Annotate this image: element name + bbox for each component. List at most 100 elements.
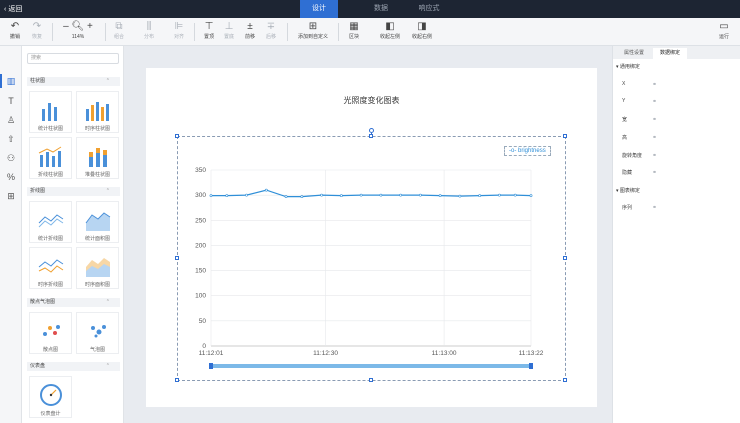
bar-chart-thumbnail-icon <box>41 103 57 121</box>
section-gauges[interactable]: 仪表盘 ⌃ <box>27 362 120 371</box>
collapse-right-icon: ◨ <box>417 21 427 32</box>
section-bar-charts[interactable]: 柱状图 ⌃ <box>27 77 120 86</box>
distribute-label: 分布 <box>143 34 154 40</box>
move-backward-button[interactable]: ∓ 后移 <box>262 21 280 41</box>
zoom-control[interactable]: – 🔍︎ + 114% <box>58 21 98 41</box>
component-card[interactable]: 时序折线图 <box>29 247 72 289</box>
add-custom-icon: ⊞ <box>308 21 318 32</box>
component-card[interactable]: 时序柱状图 <box>76 91 119 133</box>
search-input[interactable]: 搜索 <box>27 53 119 64</box>
component-card[interactable]: 折线柱状图 <box>29 137 72 179</box>
share-icon[interactable]: ⇧ <box>4 132 18 146</box>
link-icon[interactable]: ⚭ <box>652 81 657 88</box>
percent-icon[interactable]: % <box>4 170 18 184</box>
card-label: 仪表盘计 <box>40 411 61 417</box>
card-label: 统计折线图 <box>37 236 63 242</box>
undo-label: 撤销 <box>9 34 20 40</box>
collapse-left-label: 收起左侧 <box>379 34 400 40</box>
legend-label: brightness <box>518 148 546 154</box>
resize-handle-sw[interactable] <box>175 378 179 382</box>
component-card[interactable]: 统计折线图 <box>29 201 72 243</box>
time-line-chart-thumbnail-icon <box>38 259 63 273</box>
resize-handle-nw[interactable] <box>175 134 179 138</box>
properties-panel: 属性设置 数据绑定 ▾ 通用绑定 X ⚭ Y ⚭ 宽 ⚭ 高 ⚭ 旋转角度 ⚭ 隐藏 ⚭ ▾… <box>612 46 740 423</box>
resize-handle-e[interactable] <box>563 256 567 260</box>
link-icon[interactable]: ⚭ <box>652 134 657 141</box>
component-card[interactable]: 统计柱状图 <box>29 91 72 133</box>
run-button[interactable]: ▭ 运行 <box>714 21 734 41</box>
chart-legend[interactable]: -o- brightness <box>504 146 551 156</box>
component-card[interactable]: 堆叠柱状图 <box>76 137 119 179</box>
card-label: 统计面积图 <box>84 236 110 242</box>
component-card[interactable]: 散点图 <box>29 312 72 354</box>
undo-button[interactable]: ↶ 撤销 <box>7 21 23 41</box>
move-forward-button[interactable]: ± 前移 <box>241 21 259 41</box>
tab-data[interactable]: 数据 <box>366 0 396 18</box>
stamp-icon[interactable]: ♙ <box>4 113 18 127</box>
link-icon[interactable]: ⚭ <box>652 204 657 211</box>
section-line-charts[interactable]: 折线图 ⌃ <box>27 187 120 196</box>
rotate-handle[interactable] <box>369 128 374 133</box>
section-scatter-charts[interactable]: 散点气泡图 ⌃ <box>27 298 120 307</box>
component-card[interactable]: 时序面积图 <box>76 247 119 289</box>
prop-label: 序列 <box>622 205 633 211</box>
align-button[interactable]: ⊫ 对齐 <box>170 21 188 41</box>
card-label: 时序柱状图 <box>84 126 110 132</box>
layout-label: 区块 <box>348 34 359 40</box>
prop-row-rotation: 旋转角度 ⚭ <box>622 152 657 159</box>
chevron-up-icon: ⌃ <box>105 299 110 305</box>
bottom-label: 置底 <box>223 34 234 40</box>
section-title: 柱状图 <box>30 78 46 84</box>
add-to-custom-button[interactable]: ⊞ 添加到自定义 <box>292 21 334 41</box>
resize-handle-w[interactable] <box>175 256 179 260</box>
run-label: 运行 <box>718 34 729 40</box>
prop-label: 高 <box>622 135 628 141</box>
card-label: 时序面积图 <box>84 282 110 288</box>
prop-row-width: 宽 ⚭ <box>622 116 657 123</box>
link-icon[interactable]: ⚭ <box>652 152 657 159</box>
collapse-right-button[interactable]: ◨ 收起右侧 <box>407 21 437 41</box>
section-title: 折线图 <box>30 188 46 194</box>
link-icon[interactable]: ⚭ <box>652 116 657 123</box>
chart-title: 光照度变化图表 <box>343 96 400 105</box>
tab-design[interactable]: 设计 <box>300 0 338 18</box>
tab-responsive[interactable]: 响应式 <box>412 0 446 18</box>
send-to-bottom-button[interactable]: ⊥ 置底 <box>220 21 238 41</box>
tab-properties[interactable]: 属性设置 <box>617 48 651 59</box>
link-icon[interactable]: ⚭ <box>652 169 657 176</box>
plus-square-icon[interactable]: ⊞ <box>4 189 18 203</box>
bring-top-icon: ⊤ <box>204 21 214 32</box>
zoom-level: 114% <box>71 34 85 40</box>
chart-binding-section[interactable]: ▾ 图表绑定 <box>616 187 640 194</box>
text-component-icon[interactable]: T <box>4 94 18 108</box>
section-title: 图表绑定 <box>619 188 640 194</box>
chart-library-icon[interactable]: ▥ <box>0 74 18 88</box>
redo-button[interactable]: ↷ 恢复 <box>29 21 45 41</box>
chart-selection-box[interactable] <box>177 136 566 381</box>
link-icon[interactable]: ⚭ <box>652 98 657 105</box>
collapse-left-button[interactable]: ◧ 收起左侧 <box>375 21 405 41</box>
redo-label: 恢复 <box>31 34 42 40</box>
top-label: 置顶 <box>203 34 214 40</box>
distribute-button[interactable]: ⫼ 分布 <box>140 21 158 41</box>
general-binding-section[interactable]: ▾ 通用绑定 <box>616 63 640 70</box>
resize-handle-ne[interactable] <box>563 134 567 138</box>
component-card[interactable]: 统计面积图 <box>76 201 119 243</box>
component-card[interactable]: 气泡图 <box>76 312 119 354</box>
back-button[interactable]: ‹ 返回 <box>4 4 22 14</box>
resize-handle-se[interactable] <box>563 378 567 382</box>
resize-handle-n[interactable] <box>369 134 373 138</box>
chevron-up-icon: ⌃ <box>105 188 110 194</box>
chevron-up-icon: ⌃ <box>105 78 110 84</box>
time-bar-chart-thumbnail-icon <box>85 102 109 121</box>
time-area-chart-thumbnail-icon <box>85 258 110 277</box>
left-icon-rail: ▥ T ♙ ⇧ ⚇ % ⊞ <box>0 46 22 423</box>
users-icon[interactable]: ⚇ <box>4 151 18 165</box>
tab-data-binding[interactable]: 数据绑定 <box>653 48 687 59</box>
section-title: 仪表盘 <box>30 363 46 369</box>
component-card[interactable]: 仪表盘计 <box>29 376 72 418</box>
resize-handle-s[interactable] <box>369 378 373 382</box>
bring-to-top-button[interactable]: ⊤ 置顶 <box>200 21 218 41</box>
combine-button[interactable]: ⧉ 组合 <box>110 21 128 41</box>
layout-button[interactable]: ▦ 区块 <box>344 21 364 41</box>
